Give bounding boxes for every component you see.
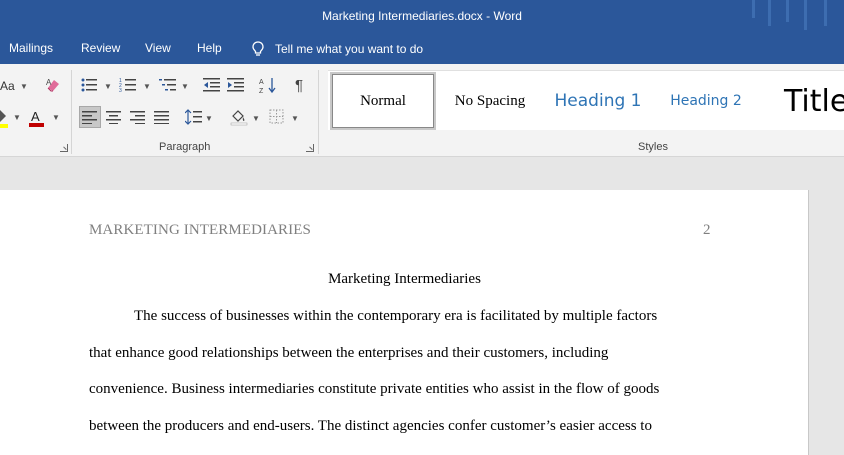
- running-head[interactable]: MARKETING INTERMEDIARIES: [89, 222, 311, 239]
- document-title-text: Marketing Intermediaries: [328, 271, 481, 287]
- style-normal-label: Normal: [332, 74, 434, 128]
- font-dialog-launcher-icon[interactable]: [60, 144, 68, 152]
- style-heading-1[interactable]: Heading 1: [548, 71, 648, 131]
- chevron-down-icon: ▼: [104, 82, 112, 91]
- line-spacing-button[interactable]: [183, 106, 205, 128]
- svg-text:A: A: [46, 78, 52, 87]
- title-decoration: [804, 0, 807, 30]
- body-text-line[interactable]: that enhance good relationships between …: [89, 345, 608, 362]
- numbered-list-icon: 1 2 3: [119, 78, 136, 93]
- document-margin-area: [809, 190, 844, 455]
- svg-text:3: 3: [119, 88, 122, 93]
- align-left-icon: [82, 111, 97, 124]
- tell-me-search[interactable]: Tell me what you want to do: [249, 40, 423, 58]
- style-no-spacing[interactable]: No Spacing: [440, 71, 540, 131]
- sort-icon: A Z: [259, 78, 276, 94]
- body-text-line[interactable]: The success of businesses within the con…: [134, 308, 657, 325]
- align-right-button[interactable]: [127, 106, 149, 128]
- borders-button[interactable]: [266, 106, 288, 128]
- title-decoration: [786, 0, 789, 22]
- align-left-button[interactable]: [79, 106, 101, 128]
- decrease-indent-button[interactable]: [201, 74, 223, 96]
- chevron-down-icon: ▼: [143, 82, 151, 91]
- styles-gallery: Normal No Spacing Heading 1 Heading 2 Ti…: [328, 70, 844, 130]
- bullet-list-icon: [81, 78, 97, 92]
- tab-help[interactable]: Help: [197, 41, 222, 55]
- title-decoration: [768, 0, 771, 26]
- numbering-button[interactable]: 1 2 3: [117, 74, 139, 96]
- chevron-down-icon: ▼: [291, 114, 299, 123]
- svg-text:Z: Z: [259, 88, 264, 94]
- clear-formatting-button[interactable]: A: [42, 74, 64, 96]
- change-case-button[interactable]: Aa: [0, 79, 15, 93]
- sort-button[interactable]: A Z: [257, 74, 279, 96]
- pilcrow-icon: ¶: [294, 76, 304, 94]
- ribbon-tabs: Mailings Review View Help Tell me what y…: [0, 32, 844, 64]
- line-spacing-icon: [185, 109, 202, 125]
- shading-button[interactable]: [228, 106, 250, 128]
- paragraph-group-label: Paragraph: [159, 141, 211, 153]
- align-center-icon: [106, 111, 121, 124]
- svg-text:A: A: [31, 109, 40, 124]
- style-title[interactable]: Title: [784, 71, 844, 131]
- page-number[interactable]: 2: [703, 222, 711, 239]
- style-heading-2[interactable]: Heading 2: [664, 71, 748, 131]
- body-text-line[interactable]: convenience. Business intermediaries con…: [89, 381, 659, 398]
- svg-text:A: A: [259, 79, 264, 86]
- lightbulb-icon: [252, 41, 264, 56]
- group-separator: [71, 70, 72, 154]
- window-title: Marketing Intermediaries.docx - Word: [322, 9, 522, 23]
- title-decoration: [824, 0, 827, 26]
- multilevel-list-button[interactable]: [157, 74, 179, 96]
- align-center-button[interactable]: [103, 106, 125, 128]
- chevron-down-icon: ▼: [181, 82, 189, 91]
- document-title[interactable]: Marketing Intermediaries: [0, 271, 809, 288]
- multilevel-list-icon: [159, 79, 176, 91]
- tell-me-label: Tell me what you want to do: [275, 42, 424, 56]
- align-right-icon: [130, 111, 145, 124]
- paragraph-dialog-launcher-icon[interactable]: [306, 144, 314, 152]
- title-decoration: [752, 0, 755, 18]
- ribbon: Aa ▼ A ▼ A ▼ ▼ 1 2 3 ▼ ▼ A Z ¶ ▼ ▼ ▼ Par…: [0, 64, 844, 157]
- chevron-down-icon: ▼: [205, 114, 213, 123]
- decrease-indent-icon: [203, 78, 220, 92]
- tab-mailings[interactable]: Mailings: [9, 41, 53, 55]
- increase-indent-icon: [227, 78, 244, 92]
- tab-view[interactable]: View: [145, 41, 171, 55]
- increase-indent-button[interactable]: [225, 74, 247, 96]
- bullets-button[interactable]: [78, 74, 100, 96]
- eraser-icon: A: [46, 78, 59, 92]
- highlight-icon[interactable]: [0, 108, 10, 128]
- title-bar: Marketing Intermediaries.docx - Word: [0, 0, 844, 32]
- font-color-icon[interactable]: A: [28, 108, 46, 128]
- style-normal[interactable]: Normal: [330, 72, 436, 130]
- body-text-line[interactable]: between the producers and end-users. The…: [89, 418, 652, 435]
- justify-icon: [154, 111, 169, 124]
- chevron-down-icon: ▼: [13, 113, 21, 122]
- styles-group-label: Styles: [638, 141, 668, 153]
- chevron-down-icon: ▼: [252, 114, 260, 123]
- tab-review[interactable]: Review: [81, 41, 120, 55]
- chevron-down-icon: ▼: [20, 82, 28, 91]
- chevron-down-icon: ▼: [52, 113, 60, 122]
- group-separator: [318, 70, 319, 154]
- borders-icon: [269, 109, 284, 124]
- show-formatting-marks-button[interactable]: ¶: [288, 74, 310, 96]
- justify-button[interactable]: [151, 106, 173, 128]
- paint-bucket-icon: [230, 110, 248, 126]
